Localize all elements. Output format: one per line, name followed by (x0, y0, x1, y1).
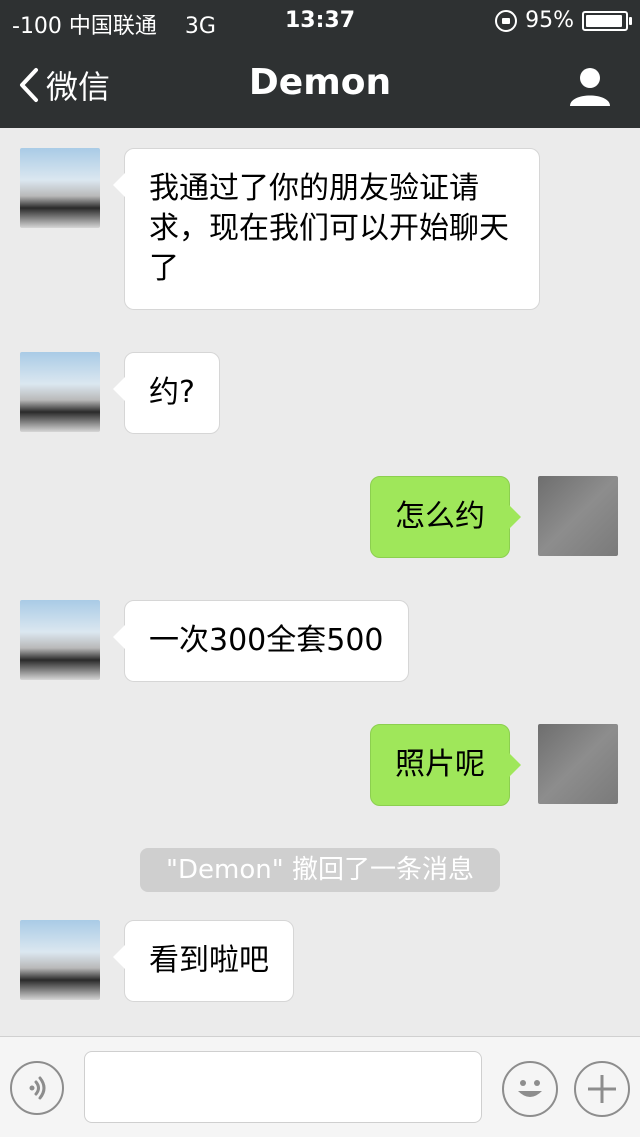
message-bubble[interactable]: 一次300全套500 (113, 600, 409, 682)
emoji-button[interactable] (502, 1061, 558, 1117)
user-avatar[interactable] (538, 724, 618, 804)
message-bubble[interactable]: 约? (113, 352, 220, 434)
top-bar: -100 中国联通 3G 13:37 95% 微信 Demon (0, 0, 640, 128)
contact-avatar[interactable] (20, 148, 100, 228)
message-bubble[interactable]: 照片呢 (370, 724, 521, 806)
message-bubble[interactable]: 怎么约 (370, 476, 521, 558)
voice-icon (29, 1076, 46, 1100)
battery-percent: 95% (525, 8, 574, 33)
user-avatar[interactable] (538, 476, 618, 556)
message-input[interactable] (84, 1051, 482, 1123)
contact-avatar[interactable] (20, 352, 100, 432)
contact-avatar[interactable] (20, 920, 100, 1000)
input-bar (0, 1036, 640, 1137)
plus-button[interactable] (574, 1061, 630, 1117)
person-icon[interactable] (568, 64, 612, 108)
plus-icon (588, 1075, 616, 1103)
battery-icon (582, 10, 632, 31)
rotation-lock-icon (495, 9, 518, 32)
message-list[interactable]: 我通过了你的朋友验证请求，现在我们可以开始聊天了 约? 怎么约 一次300全套5… (0, 128, 640, 1036)
chat-title: Demon (248, 62, 392, 103)
status-bar: -100 中国联通 3G 13:37 95% (0, 0, 640, 40)
voice-button[interactable] (10, 1061, 64, 1115)
nav-bar: 微信 Demon (0, 40, 640, 128)
status-right: 95% (495, 8, 632, 33)
message-bubble[interactable]: 我通过了你的朋友验证请求，现在我们可以开始聊天了 (113, 148, 540, 310)
smiley-icon (518, 1080, 542, 1097)
message-bubble[interactable]: 看到啦吧 (113, 920, 294, 1002)
contact-avatar[interactable] (20, 600, 100, 680)
recall-notice: "Demon" 撤回了一条消息 (140, 848, 500, 892)
